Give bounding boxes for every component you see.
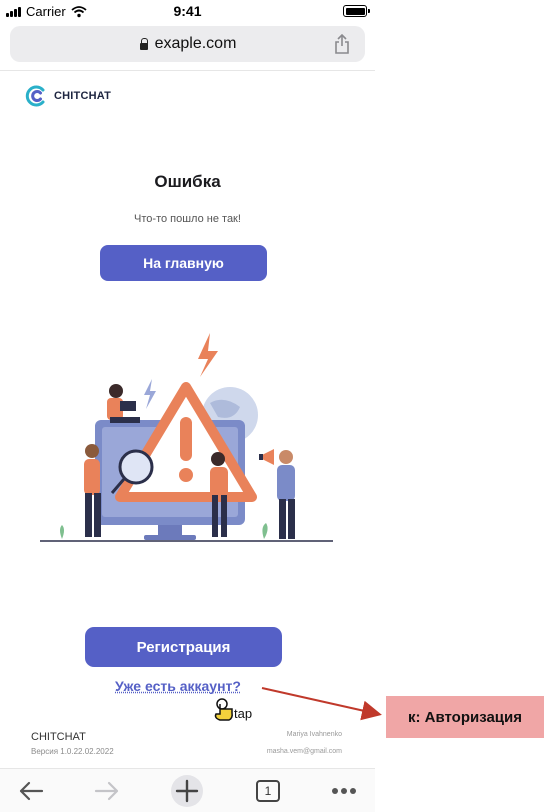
tabs-count-icon: 1: [256, 780, 280, 802]
chitchat-logo-icon: [25, 85, 45, 107]
battery-icon: [343, 5, 370, 17]
arrow-right-icon: [94, 781, 119, 801]
phone-screen: Carrier 9:41 exaple.com CHITCHAT Ошибка …: [0, 0, 375, 812]
error-message: Что-то пошло не так!: [134, 213, 241, 225]
app-logo[interactable]: CHITCHAT: [24, 84, 111, 108]
more-dots-icon: [332, 788, 356, 794]
have-account-link[interactable]: Уже есть аккаунт?: [0, 678, 356, 694]
url-display: exaple.com: [10, 35, 365, 53]
lock-icon: [139, 38, 149, 50]
home-button[interactable]: На главную: [100, 245, 267, 281]
forward-button[interactable]: [90, 775, 124, 807]
error-title: Ошибка: [154, 172, 221, 191]
error-illustration: [40, 333, 333, 542]
register-button[interactable]: Регистрация: [85, 627, 282, 667]
header-divider: [0, 70, 375, 71]
canvas: Carrier 9:41 exaple.com CHITCHAT Ошибка …: [0, 0, 544, 812]
annotation-label: к: Авторизация: [386, 696, 544, 738]
logo-text: CHITCHAT: [54, 90, 111, 102]
tabs-button[interactable]: 1: [251, 775, 285, 807]
browser-toolbar: 1: [0, 768, 375, 812]
address-bar[interactable]: exaple.com: [10, 26, 365, 62]
more-button[interactable]: [327, 775, 361, 807]
status-bar: Carrier 9:41: [0, 0, 375, 24]
tap-hand-icon: [214, 698, 233, 721]
tap-label: tap: [234, 706, 253, 721]
new-tab-button[interactable]: [170, 775, 204, 807]
url-text: exaple.com: [154, 35, 237, 52]
footer-version: Версия 1.0.22.02.2022: [31, 747, 114, 756]
tap-gesture-hint: tap: [212, 696, 262, 726]
footer-email[interactable]: masha.vem@gmail.com: [267, 748, 342, 755]
back-button[interactable]: [14, 775, 48, 807]
share-icon[interactable]: [333, 34, 351, 54]
plus-icon: [171, 775, 203, 807]
tabs-count: 1: [264, 784, 272, 798]
arrow-left-icon: [19, 781, 44, 801]
footer-brand: CHITCHAT: [31, 731, 86, 743]
footer-author: Mariya Ivahnenko: [286, 731, 342, 738]
status-time: 9:41: [173, 3, 202, 19]
